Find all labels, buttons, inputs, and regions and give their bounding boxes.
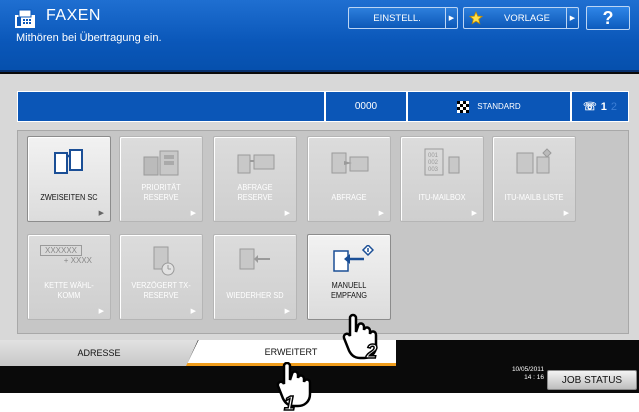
- chevron-right-icon: ▶: [284, 308, 290, 315]
- tile-label: ABFRAGE RESERVE: [237, 183, 273, 202]
- step-1-number: 1: [284, 393, 295, 412]
- chevron-right-icon: ▶: [471, 210, 477, 217]
- tile-kette-waehl-komm: XXXXXX + XXXX KETTE WÄHL-KOMM ▶: [27, 234, 111, 320]
- star-icon: [464, 11, 488, 25]
- tile-abfrage: ABFRAGE ▶: [307, 136, 391, 222]
- tile-label: VERZÖGERT TX-RESERVE: [131, 281, 191, 300]
- time: 14 : 16: [524, 374, 544, 381]
- fax-screen: FAXEN Mithören bei Übertragung ein. EINS…: [0, 0, 639, 393]
- manual-receive-icon: [333, 245, 374, 272]
- delayed-tx-icon: [153, 246, 175, 276]
- duplex-icon: [54, 149, 83, 174]
- address-display: [18, 92, 324, 121]
- chevron-right-icon: ▶: [284, 210, 290, 217]
- tile-itu-mailbox: 001 002 003 ITU-MAILBOX ▶: [400, 136, 484, 222]
- tile-label: KETTE WÄHL-KOMM: [44, 281, 94, 300]
- tile-label: WIEDERHER SD: [226, 291, 284, 300]
- chain-dial-top: XXXXXX: [40, 245, 82, 256]
- header-bar: FAXEN Mithören bei Übertragung ein. EINS…: [0, 0, 639, 72]
- resolution-label: STANDARD: [477, 102, 521, 111]
- hand-pointer-icon-step-1: 1: [276, 362, 312, 412]
- chain-dial-bottom: + XXXX: [63, 256, 92, 265]
- polling-icon: [331, 152, 369, 174]
- tab-adresse[interactable]: ADRESSE: [0, 340, 198, 366]
- tile-label: ITU-MAILBOX: [418, 193, 466, 202]
- fax-status-bar: 0000 STANDARD ☏ 1 2: [17, 91, 629, 122]
- svg-text:001: 001: [428, 153, 439, 159]
- chevron-right-icon: ▶: [190, 308, 196, 315]
- priority-reserve-icon: [143, 150, 179, 176]
- vorlage-button[interactable]: VORLAGE ▶: [463, 7, 579, 29]
- mailbox-icon: 001 002 003: [424, 148, 460, 176]
- line-indicator: ☏ 1 2: [570, 92, 628, 121]
- chevron-right-icon: ▶: [566, 8, 578, 28]
- einstell-label: EINSTELL.: [373, 12, 421, 24]
- resolution-display: STANDARD: [406, 92, 570, 121]
- tile-itu-mailb-liste: ITU-MAILB LISTE ▶: [492, 136, 576, 222]
- chain-dial-icon: XXXXXX + XXXX: [40, 245, 96, 265]
- chevron-right-icon: ▶: [378, 210, 384, 217]
- help-button[interactable]: ?: [586, 6, 630, 30]
- tile-wiederher-sd: WIEDERHER SD ▶: [213, 234, 297, 320]
- checker-icon: [457, 100, 470, 113]
- date: 10/05/2011: [511, 366, 544, 373]
- recover-send-icon: [239, 248, 270, 270]
- page-title: FAXEN: [46, 7, 101, 24]
- tile-verzoegert-tx-reserve: VERZÖGERT TX-RESERVE ▶: [119, 234, 203, 320]
- polling-reserve-icon: [237, 154, 275, 174]
- mailbox-list-icon: [516, 148, 552, 174]
- tile-manuell-empfang[interactable]: MANUELL EMPFANG: [307, 234, 391, 320]
- svg-text:002: 002: [428, 160, 439, 166]
- chevron-right-icon: ▶: [98, 308, 104, 315]
- page-counter: 0000: [324, 92, 406, 121]
- chevron-right-icon: ▶: [445, 8, 457, 28]
- phone-icon: ☏: [582, 101, 597, 113]
- hand-pointer-icon-step-2: 2: [342, 313, 378, 364]
- tile-zweiseiten-sc[interactable]: ZWEISEITEN SC ▶: [27, 136, 111, 222]
- chevron-right-icon: ▶: [98, 210, 104, 217]
- tile-label: PRIORITÄT RESERVE: [141, 183, 181, 202]
- chevron-right-icon: ▶: [190, 210, 196, 217]
- line-1: 1: [600, 100, 607, 113]
- svg-text:003: 003: [428, 167, 439, 173]
- date-time: 10/05/2011 14 : 16: [488, 366, 544, 382]
- tile-label: ZWEISEITEN SC: [40, 193, 98, 202]
- tile-label: ITU-MAILB LISTE: [504, 193, 564, 202]
- tile-prioritaet-reserve: PRIORITÄT RESERVE ▶: [119, 136, 203, 222]
- chevron-right-icon: ▶: [563, 210, 569, 217]
- main-panel: 0000 STANDARD ☏ 1 2 ZWEISEITEN SC ▶ PRIO…: [0, 74, 639, 340]
- tile-abfrage-reserve: ABFRAGE RESERVE ▶: [213, 136, 297, 222]
- fax-icon: [15, 9, 35, 28]
- job-status-button[interactable]: JOB STATUS: [547, 370, 637, 390]
- step-2-number: 2: [365, 341, 377, 363]
- line-2: 2: [610, 100, 617, 113]
- tile-label: MANUELL EMPFANG: [331, 281, 367, 300]
- tile-label: ABFRAGE: [331, 193, 367, 202]
- status-message: Mithören bei Übertragung ein.: [16, 32, 162, 44]
- vorlage-label: VORLAGE: [504, 12, 550, 24]
- einstell-button[interactable]: EINSTELL. ▶: [348, 7, 458, 29]
